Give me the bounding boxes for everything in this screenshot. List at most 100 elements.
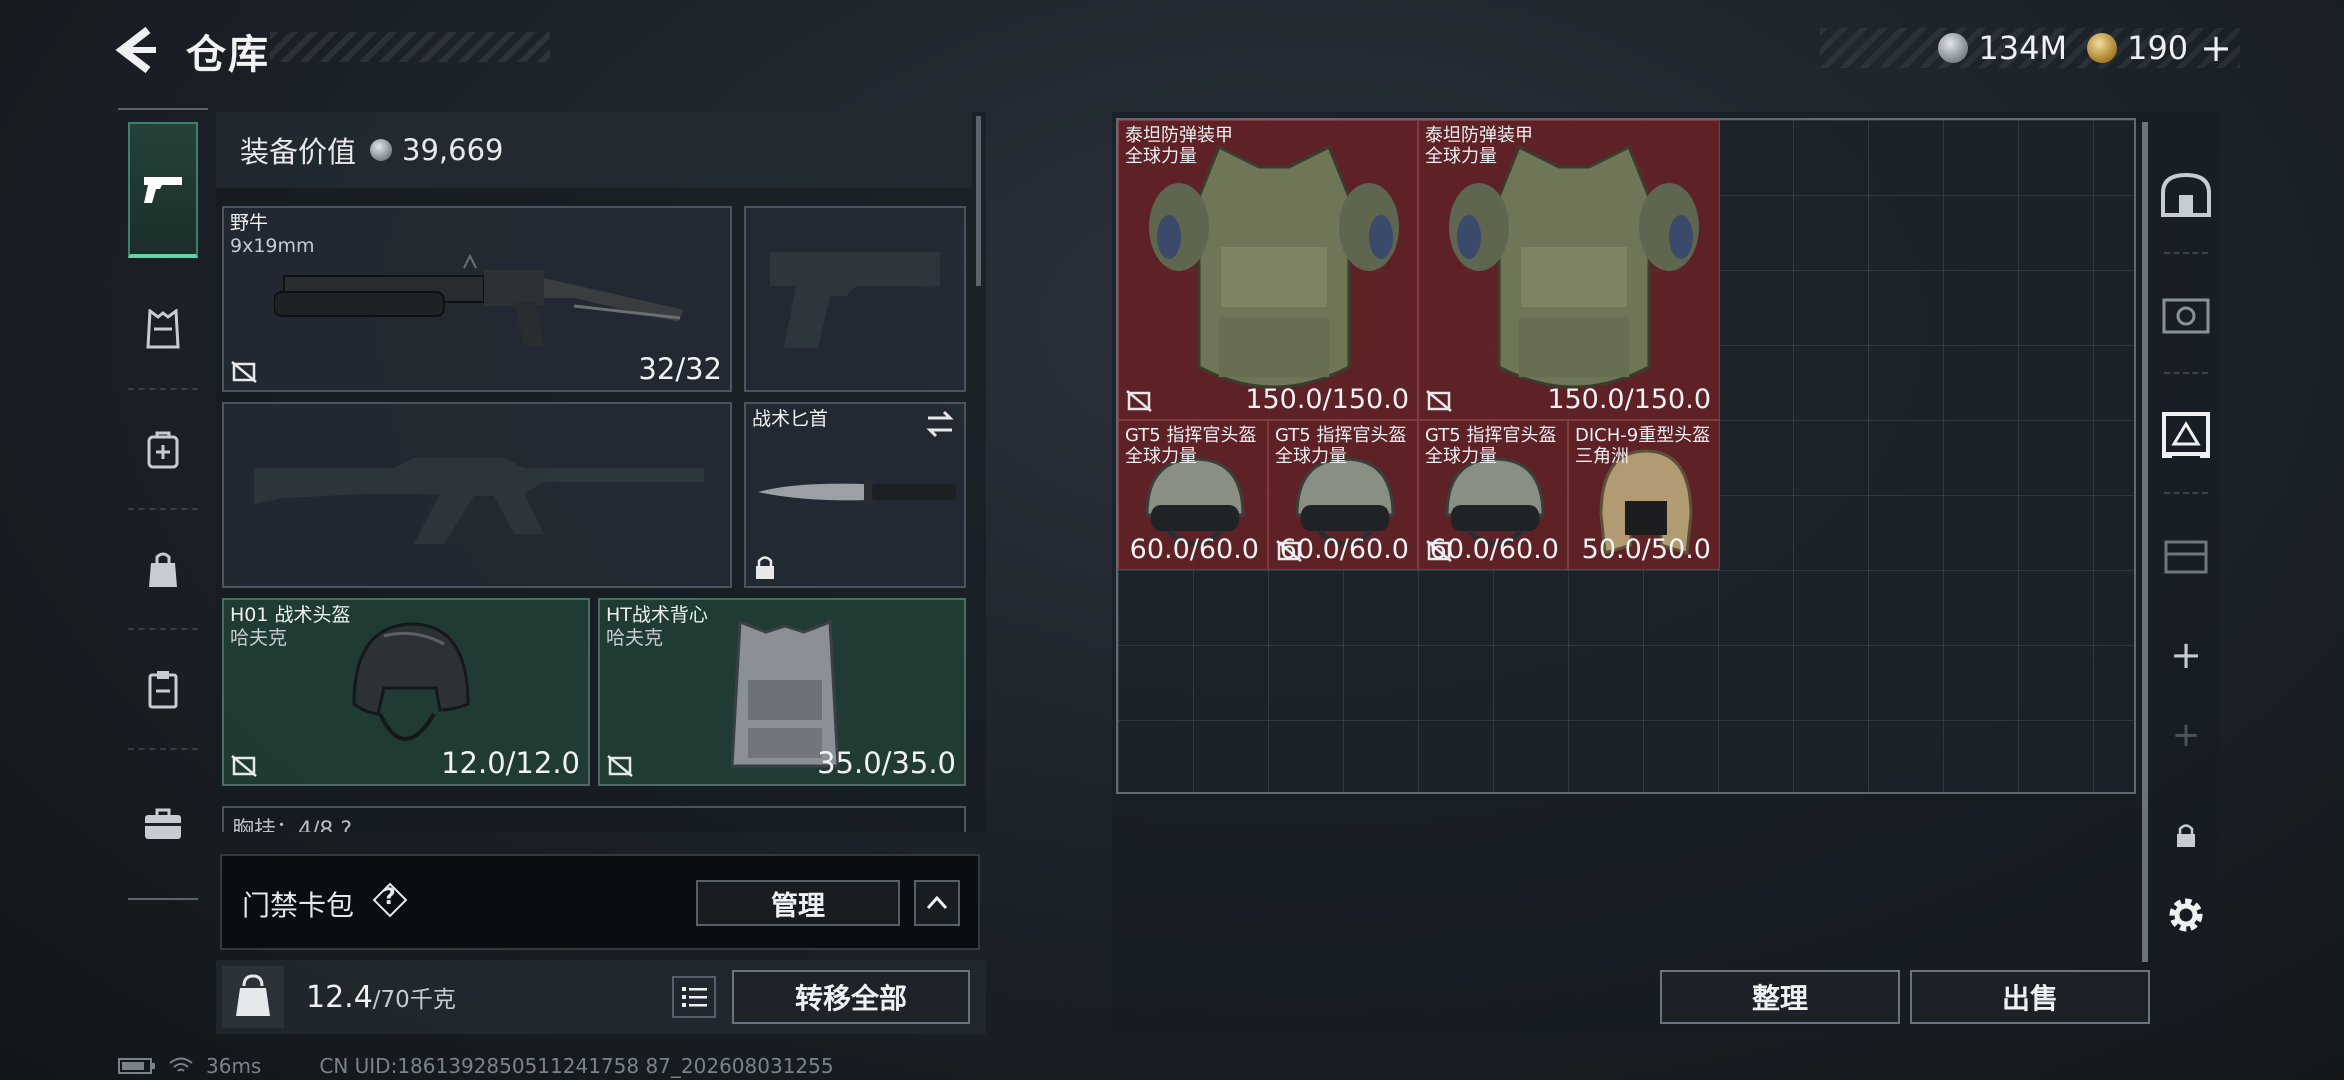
- rail-item-vault[interactable]: [2148, 260, 2224, 370]
- battery-icon: [118, 1058, 155, 1074]
- add-currency-button[interactable]: +: [2200, 26, 2232, 70]
- item-faction: 三角洲: [1575, 446, 1629, 467]
- list-icon: [682, 987, 707, 1007]
- rail-item-storage-active[interactable]: [2148, 380, 2224, 490]
- title-decoration: [270, 32, 550, 62]
- armor-name: HT战术背心: [606, 604, 708, 626]
- sort-button[interactable]: 整理: [1660, 970, 1900, 1024]
- plus-icon: +: [2171, 715, 2201, 755]
- item-faction: 全球力量: [1125, 146, 1197, 167]
- rifle-silhouette: [254, 458, 704, 544]
- helmet-durability: 12.0/12.0: [441, 746, 580, 780]
- collapse-button[interactable]: [914, 880, 960, 926]
- smg-image: [274, 253, 684, 346]
- helmet-slot[interactable]: H01 战术头盔 哈夫克 12.0/12.0: [222, 598, 590, 786]
- rail-item-bags[interactable]: [128, 510, 198, 630]
- briefcase-icon: [145, 808, 181, 839]
- rail-separator: [2164, 252, 2208, 254]
- item-durability: 60.0/60.0: [1279, 534, 1409, 565]
- rail-item-weapons[interactable]: [128, 122, 198, 258]
- shelf-icon: [2164, 540, 2208, 574]
- silver-coin-icon: [1938, 33, 1969, 63]
- vault-icon: [2162, 298, 2210, 334]
- heavy-armor-image: [1149, 144, 1399, 389]
- pistol-icon: [144, 177, 182, 203]
- rail-item-medical[interactable]: [128, 390, 198, 510]
- currency-bar: 134M 190 +: [1820, 26, 2240, 70]
- primary-weapon-name: 野牛: [230, 212, 269, 234]
- item-name: GT5 指挥官头盔: [1125, 425, 1257, 446]
- rail-item-shelf[interactable]: [2148, 500, 2224, 610]
- armor-durability: 35.0/35.0: [817, 746, 956, 780]
- item-name: 泰坦防弹装甲: [1425, 125, 1533, 146]
- sell-button[interactable]: 出售: [1910, 970, 2150, 1024]
- safe-box-icon: [2161, 172, 2211, 217]
- status-bar: 36ms CN UID:1861392850511241758 87_20260…: [118, 1054, 834, 1078]
- settings-button[interactable]: [2148, 860, 2224, 970]
- rail-item-safe-box[interactable]: [2148, 140, 2224, 250]
- lock-icon: [2177, 824, 2195, 847]
- sidearm-slot[interactable]: [744, 206, 966, 392]
- no-insurance-icon: [1426, 390, 1452, 412]
- rail-item-supplies[interactable]: [128, 630, 198, 750]
- secondary-weapon-slot[interactable]: [222, 402, 732, 588]
- melee-slot[interactable]: 战术匕首: [744, 402, 966, 588]
- manage-button[interactable]: 管理: [696, 880, 900, 926]
- chest-rig-slot[interactable]: 胸挂：4/8 ?: [222, 806, 966, 832]
- help-button[interactable]: ?: [372, 882, 408, 918]
- item-name: DICH-9重型头盔: [1575, 425, 1711, 446]
- no-insurance-icon: [231, 361, 257, 383]
- warehouse-item-helmet[interactable]: GT5 指挥官头盔 全球力量 60.0/60.0: [1418, 420, 1568, 570]
- swap-icon[interactable]: [924, 410, 956, 438]
- add-storage-disabled-button[interactable]: +: [2148, 680, 2224, 790]
- warehouse-panel: 泰坦防弹装甲 全球力量 150.0/150.0 泰坦防弹装甲 全球力量 150.…: [1112, 112, 2220, 1034]
- user-uid: CN UID:1861392850511241758 87_2026080312…: [319, 1054, 834, 1078]
- knife-image: [758, 480, 956, 504]
- rail-item-cases[interactable]: [128, 750, 198, 900]
- help-glyph: ?: [383, 885, 396, 910]
- no-insurance-icon: [607, 755, 633, 777]
- pistol-silhouette: [770, 252, 940, 348]
- warehouse-item-armor[interactable]: 泰坦防弹装甲 全球力量 150.0/150.0: [1418, 120, 1720, 420]
- transfer-all-button[interactable]: 转移全部: [732, 970, 970, 1024]
- equipment-value-amount: 39,669: [402, 133, 504, 167]
- armor-faction: 哈夫克: [606, 627, 664, 649]
- warehouse-item-helmet[interactable]: DICH-9重型头盔 三角洲 50.0/50.0: [1568, 420, 1720, 570]
- item-name: GT5 指挥官头盔: [1425, 425, 1557, 446]
- current-weight: 12.4: [306, 980, 373, 1015]
- melee-name: 战术匕首: [752, 408, 829, 430]
- rail-separator: [2164, 372, 2208, 374]
- item-faction: 全球力量: [1125, 446, 1197, 467]
- primary-weapon-slot[interactable]: 野牛 9x19mm 32/32: [222, 206, 732, 392]
- rail-item-armor[interactable]: [128, 270, 198, 390]
- back-button[interactable]: [112, 22, 162, 78]
- item-durability: 150.0/150.0: [1547, 384, 1711, 415]
- container-rail: + +: [2148, 140, 2228, 1040]
- helmet-name: H01 战术头盔: [230, 604, 351, 626]
- item-durability: 60.0/60.0: [1429, 534, 1559, 565]
- clipboard-icon: [148, 671, 178, 709]
- warehouse-item-helmet[interactable]: GT5 指挥官头盔 全球力量 60.0/60.0: [1268, 420, 1418, 570]
- equipment-value: 装备价值 39,669: [216, 112, 972, 188]
- item-faction: 全球力量: [1275, 446, 1347, 467]
- warehouse-grid: 泰坦防弹装甲 全球力量 150.0/150.0 泰坦防弹装甲 全球力量 150.…: [1116, 118, 2136, 794]
- list-view-button[interactable]: [672, 976, 716, 1018]
- category-rail: [118, 108, 208, 1008]
- warehouse-item-armor[interactable]: 泰坦防弹装甲 全球力量 150.0/150.0: [1118, 120, 1418, 420]
- armor-vest-icon: [146, 309, 180, 349]
- chevron-up-icon: [926, 895, 948, 910]
- plus-icon: +: [2170, 633, 2202, 677]
- back-arrow-icon: [115, 26, 156, 74]
- weight-icon-box: [222, 966, 284, 1028]
- item-durability: 150.0/150.0: [1245, 384, 1409, 415]
- no-insurance-icon: [1126, 390, 1152, 412]
- keycard-label: 门禁卡包: [242, 889, 355, 922]
- loadout-scrollbar[interactable]: [976, 116, 981, 286]
- gear-icon: [2169, 898, 2203, 932]
- armor-slot[interactable]: HT战术背心 哈夫克 35.0/35.0: [598, 598, 966, 786]
- item-name: 泰坦防弹装甲: [1125, 125, 1233, 146]
- silver-coin-icon: [370, 139, 393, 161]
- rail-separator: [2164, 492, 2208, 494]
- silver-currency-value: 134M: [1978, 29, 2068, 67]
- warehouse-item-helmet[interactable]: GT5 指挥官头盔 全球力量 60.0/60.0: [1118, 420, 1268, 570]
